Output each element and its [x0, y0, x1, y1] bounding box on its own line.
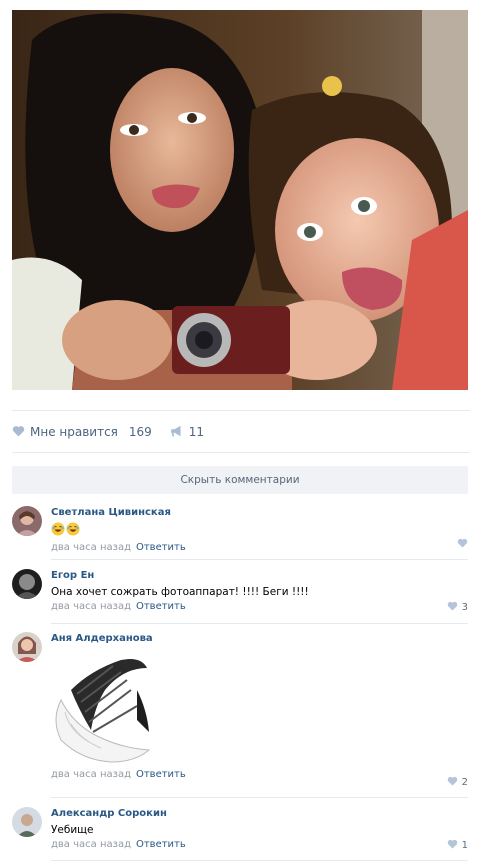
avatar[interactable]: [12, 569, 42, 599]
comment-text: Она хочет сожрать фотоаппарат! !!!! Беги…: [51, 586, 309, 598]
divider: [51, 623, 468, 624]
comment: Александр Сорокин Уебище два часа назад О…: [12, 807, 468, 853]
comment-like-count: 3: [461, 602, 468, 613]
comment-author[interactable]: Светлана Цивинская: [51, 506, 468, 520]
post-photo[interactable]: [12, 10, 468, 390]
comment-author[interactable]: Егор Ен: [51, 569, 468, 583]
reply-link[interactable]: Ответить: [136, 839, 186, 850]
heart-icon: [457, 538, 468, 551]
hide-comments-button[interactable]: Скрыть комментарии: [12, 466, 468, 494]
sticker-image: [51, 650, 155, 766]
comment: Аня Алдерханова два часа назад Ответить: [12, 632, 468, 792]
comment-author[interactable]: Александр Сорокин: [51, 807, 468, 821]
divider: [12, 410, 470, 411]
reply-link[interactable]: Ответить: [136, 601, 186, 612]
comment-like-button[interactable]: 3: [447, 601, 468, 614]
comment-time[interactable]: два часа назад: [51, 769, 131, 780]
comment-like-button[interactable]: [457, 538, 468, 551]
share-button[interactable]: 11: [170, 425, 204, 440]
like-button[interactable]: Мне нравится 169: [12, 425, 152, 440]
divider: [51, 559, 468, 560]
heart-icon: [447, 839, 458, 852]
avatar[interactable]: [12, 632, 42, 662]
comment-time[interactable]: два часа назад: [51, 542, 131, 553]
comment-like-count: 1: [461, 840, 468, 851]
avatar[interactable]: [12, 807, 42, 837]
comment-like-count: 2: [461, 777, 468, 788]
reply-link[interactable]: Ответить: [136, 769, 186, 780]
comment: Светлана Цивинская два часа назад Ответит…: [12, 506, 468, 553]
divider: [51, 860, 468, 861]
post-actions: Мне нравится 169 11: [12, 422, 204, 442]
share-count: 11: [188, 425, 205, 439]
divider: [51, 797, 468, 798]
reply-link[interactable]: Ответить: [136, 542, 186, 553]
heart-icon: [12, 425, 25, 440]
avatar[interactable]: [12, 506, 42, 536]
heart-icon: [447, 776, 458, 789]
comment-author[interactable]: Аня Алдерханова: [51, 632, 468, 646]
megaphone-icon: [170, 425, 184, 440]
like-count: 169: [128, 425, 152, 439]
comment-time[interactable]: два часа назад: [51, 601, 131, 612]
heart-icon: [447, 601, 458, 614]
comment-time[interactable]: два часа назад: [51, 839, 131, 850]
comment-like-button[interactable]: 2: [447, 776, 468, 789]
comment: Егор Ен Она хочет сожрать фотоаппарат! !…: [12, 569, 468, 615]
divider: [12, 452, 470, 453]
like-label: Мне нравится: [30, 425, 118, 439]
comment-text: Уебище: [51, 824, 94, 836]
laughing-emoji-icon: [66, 522, 80, 536]
comment-like-button[interactable]: 1: [447, 839, 468, 852]
laughing-emoji-icon: [51, 522, 65, 536]
comment-text: [51, 521, 468, 537]
